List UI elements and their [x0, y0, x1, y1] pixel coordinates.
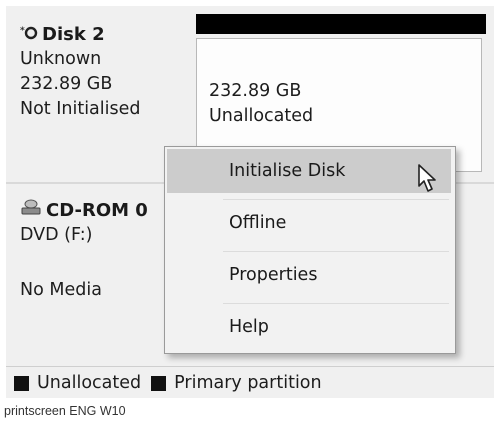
- legend-primary-label: Primary partition: [174, 373, 322, 393]
- disk-2-status: Not Initialised: [20, 99, 141, 119]
- disk-2-size: 232.89 GB: [20, 74, 113, 94]
- disk-icon: *: [20, 22, 38, 47]
- legend-primary: Primary partition: [141, 373, 322, 393]
- volume-header-bar: [196, 14, 486, 34]
- context-menu: Initialise Disk Offline Properties Help: [164, 146, 456, 354]
- menu-item-properties[interactable]: Properties: [167, 253, 451, 297]
- menu-separator: [223, 303, 449, 304]
- menu-item-label: Help: [229, 317, 269, 337]
- cdrom-media: No Media: [20, 280, 102, 300]
- menu-item-label: Offline: [229, 213, 287, 233]
- cdrom-title: CD-ROM 0: [20, 198, 148, 223]
- svg-text:*: *: [20, 26, 25, 36]
- disk-2-type: Unknown: [20, 49, 102, 69]
- menu-item-label: Initialise Disk: [229, 161, 346, 181]
- menu-item-offline[interactable]: Offline: [167, 201, 451, 245]
- disk-management-window: * Disk 2 Unknown 232.89 GB Not Initialis…: [6, 6, 494, 398]
- disk-2-title: * Disk 2: [20, 22, 141, 47]
- volume-state: Unallocated: [209, 106, 314, 126]
- legend-unallocated: Unallocated: [6, 373, 141, 393]
- legend-unallocated-label: Unallocated: [37, 373, 142, 393]
- cdrom-label[interactable]: CD-ROM 0 DVD (F:) No Media: [20, 198, 148, 303]
- volume-size: 232.89 GB: [209, 81, 302, 101]
- menu-separator: [223, 251, 449, 252]
- mouse-pointer-icon: [418, 164, 440, 198]
- primary-swatch: [151, 375, 167, 391]
- menu-item-label: Properties: [229, 265, 318, 285]
- menu-item-initialise-disk[interactable]: Initialise Disk: [167, 149, 451, 193]
- cd-drive-icon: [20, 198, 42, 223]
- menu-separator: [223, 199, 449, 200]
- cdrom-drive: DVD (F:): [20, 225, 93, 245]
- disk-2-name: Disk 2: [42, 24, 105, 45]
- disk-2-label[interactable]: * Disk 2 Unknown 232.89 GB Not Initialis…: [20, 22, 141, 122]
- legend-bar: Unallocated Primary partition: [6, 366, 494, 398]
- image-caption: printscreen ENG W10: [4, 404, 126, 418]
- menu-item-help[interactable]: Help: [167, 305, 451, 349]
- unallocated-swatch: [14, 375, 29, 391]
- cdrom-name: CD-ROM 0: [46, 200, 148, 221]
